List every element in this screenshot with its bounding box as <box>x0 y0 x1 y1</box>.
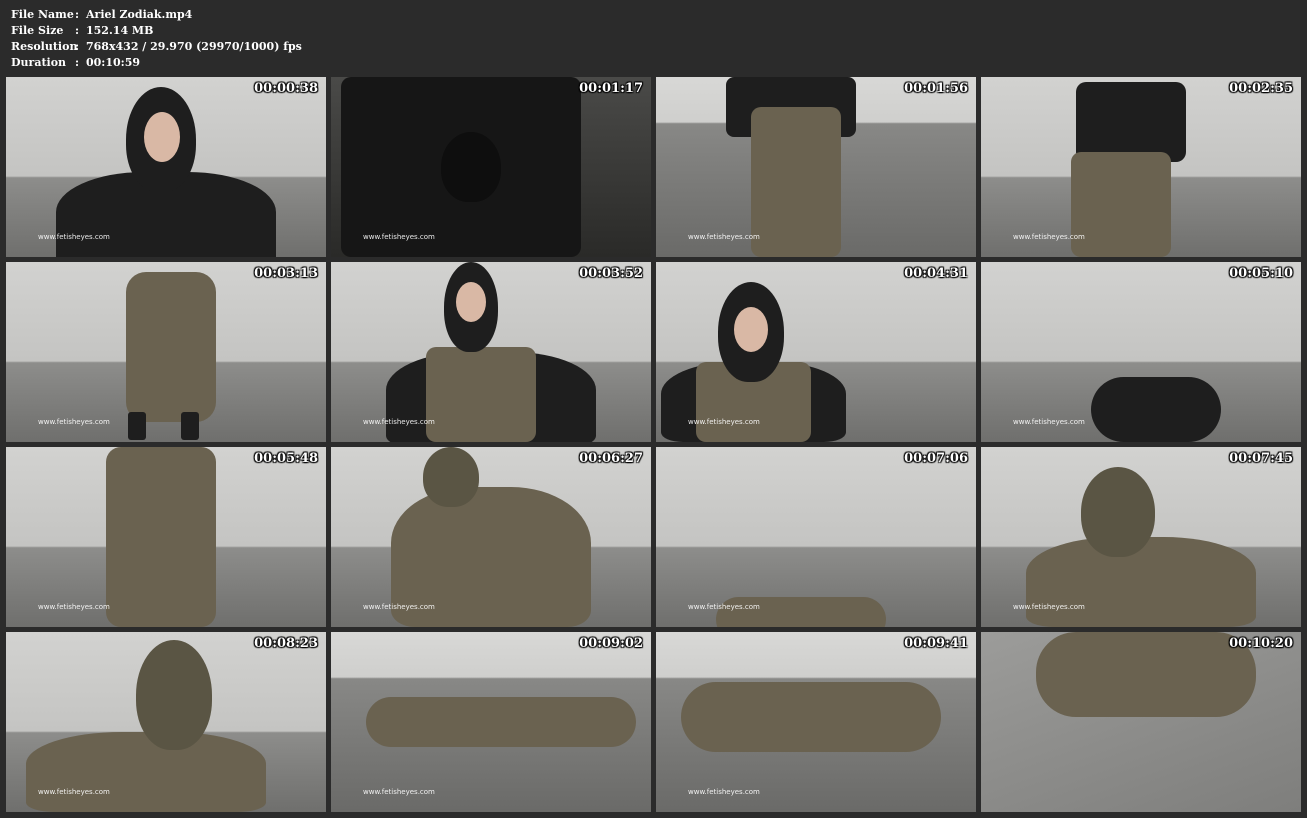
info-key: Resolution <box>11 40 78 53</box>
info-value: 152.14 MB <box>86 24 154 37</box>
watermark: www.fetisheyes.com <box>363 233 435 241</box>
info-separator: : <box>75 56 80 69</box>
timestamp: 00:05:10 <box>1229 266 1293 281</box>
watermark: www.fetisheyes.com <box>688 603 760 611</box>
watermark: www.fetisheyes.com <box>38 418 110 426</box>
info-row-duration: Duration : 00:10:59 <box>11 55 302 71</box>
watermark: www.fetisheyes.com <box>363 603 435 611</box>
timestamp: 00:03:13 <box>254 266 318 281</box>
timestamp: 00:00:38 <box>254 81 318 96</box>
info-row-resolution: Resolution : 768x432 / 29.970 (29970/100… <box>11 39 302 55</box>
watermark: www.fetisheyes.com <box>363 418 435 426</box>
timestamp: 00:10:20 <box>1229 636 1293 651</box>
thumbnail-frame[interactable]: 00:02:35 www.fetisheyes.com <box>981 77 1301 257</box>
info-value: Ariel Zodiak.mp4 <box>86 8 193 21</box>
file-info-panel: File Name : Ariel Zodiak.mp4 File Size :… <box>11 7 302 71</box>
info-separator: : <box>75 40 80 53</box>
info-value: 00:10:59 <box>86 56 141 69</box>
watermark: www.fetisheyes.com <box>1013 233 1085 241</box>
thumbnail-frame[interactable]: 00:10:20 <box>981 632 1301 812</box>
timestamp: 00:05:48 <box>254 451 318 466</box>
timestamp: 00:02:35 <box>1229 81 1293 96</box>
timestamp: 00:04:31 <box>904 266 968 281</box>
timestamp: 00:09:02 <box>579 636 643 651</box>
info-separator: : <box>75 8 80 21</box>
thumbnail-frame[interactable]: 00:06:27 www.fetisheyes.com <box>331 447 651 627</box>
watermark: www.fetisheyes.com <box>688 418 760 426</box>
info-key: File Name <box>11 8 74 21</box>
thumbnail-frame[interactable]: 00:03:52 www.fetisheyes.com <box>331 262 651 442</box>
timestamp: 00:03:52 <box>579 266 643 281</box>
timestamp: 00:01:56 <box>904 81 968 96</box>
timestamp: 00:06:27 <box>579 451 643 466</box>
thumbnail-frame[interactable]: 00:07:06 www.fetisheyes.com <box>656 447 976 627</box>
timestamp: 00:08:23 <box>254 636 318 651</box>
watermark: www.fetisheyes.com <box>1013 418 1085 426</box>
thumbnail-frame[interactable]: 00:05:10 www.fetisheyes.com <box>981 262 1301 442</box>
watermark: www.fetisheyes.com <box>1013 603 1085 611</box>
watermark: www.fetisheyes.com <box>688 233 760 241</box>
thumbnail-frame[interactable]: 00:08:23 www.fetisheyes.com <box>6 632 326 812</box>
info-key: File Size <box>11 24 64 37</box>
thumbnail-frame[interactable]: 00:01:17 www.fetisheyes.com <box>331 77 651 257</box>
watermark: www.fetisheyes.com <box>688 788 760 796</box>
timestamp: 00:09:41 <box>904 636 968 651</box>
watermark: www.fetisheyes.com <box>38 788 110 796</box>
watermark: www.fetisheyes.com <box>363 788 435 796</box>
watermark: www.fetisheyes.com <box>38 603 110 611</box>
thumbnail-frame[interactable]: 00:01:56 www.fetisheyes.com <box>656 77 976 257</box>
timestamp: 00:01:17 <box>579 81 643 96</box>
thumbnail-frame[interactable]: 00:09:02 www.fetisheyes.com <box>331 632 651 812</box>
thumbnail-frame[interactable]: 00:05:48 www.fetisheyes.com <box>6 447 326 627</box>
thumbnail-frame[interactable]: 00:09:41 www.fetisheyes.com <box>656 632 976 812</box>
thumbnail-frame[interactable]: 00:07:45 www.fetisheyes.com <box>981 447 1301 627</box>
thumbnail-grid: 00:00:38 www.fetisheyes.com 00:01:17 www… <box>6 77 1301 812</box>
watermark: www.fetisheyes.com <box>38 233 110 241</box>
info-row-file-size: File Size : 152.14 MB <box>11 23 302 39</box>
timestamp: 00:07:45 <box>1229 451 1293 466</box>
info-value: 768x432 / 29.970 (29970/1000) fps <box>86 40 302 53</box>
info-key: Duration <box>11 56 67 69</box>
info-row-file-name: File Name : Ariel Zodiak.mp4 <box>11 7 302 23</box>
timestamp: 00:07:06 <box>904 451 968 466</box>
thumbnail-frame[interactable]: 00:00:38 www.fetisheyes.com <box>6 77 326 257</box>
thumbnail-frame[interactable]: 00:03:13 www.fetisheyes.com <box>6 262 326 442</box>
thumbnail-frame[interactable]: 00:04:31 www.fetisheyes.com <box>656 262 976 442</box>
info-separator: : <box>75 24 80 37</box>
